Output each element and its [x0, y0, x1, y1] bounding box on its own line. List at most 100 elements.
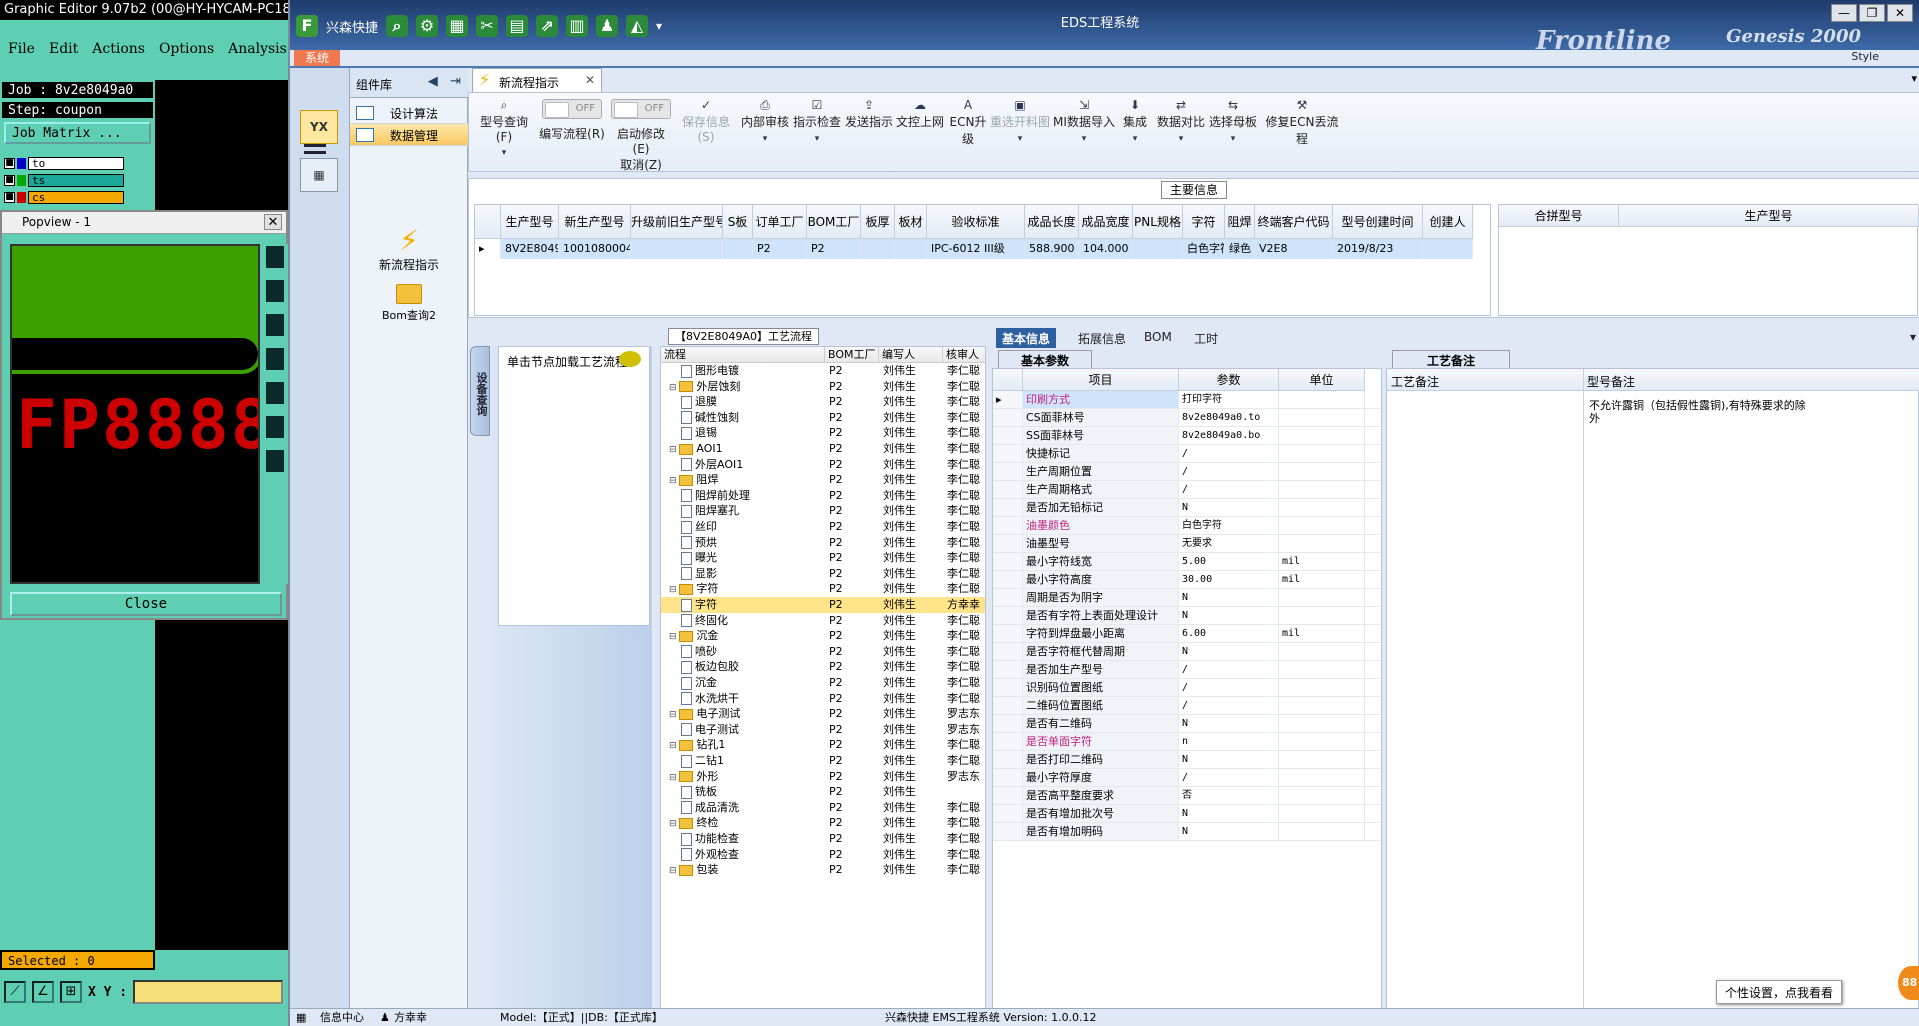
column-header[interactable]: 终端客户代码 [1255, 205, 1333, 239]
process-remark-tab[interactable]: 工艺备注 [1392, 350, 1511, 368]
param-row[interactable]: ▸ 印刷方式 打印字符 [993, 391, 1381, 409]
layer-name[interactable]: ts [28, 173, 124, 187]
tree-node[interactable]: 碱性蚀刻 [681, 410, 825, 425]
tree-node[interactable]: 功能检查 [681, 831, 825, 846]
toolbar-button[interactable]: ⚒ 修复ECN丢流程 [1261, 99, 1343, 169]
tree-node[interactable]: 水洗烘干 [681, 691, 825, 706]
collapse-icon[interactable]: ⊟ [669, 866, 679, 876]
param-row[interactable]: 是否高平整度要求否 [993, 787, 1381, 805]
dropdown-arrow-icon[interactable]: ▾ [1155, 134, 1207, 144]
collapse-icon[interactable]: ⊟ [669, 585, 679, 595]
tree-node[interactable]: ⊟ 电子测试 [669, 706, 825, 723]
param-value[interactable]: 无要求 [1179, 535, 1279, 552]
user-icon[interactable]: ♟ [596, 15, 619, 37]
param-value[interactable]: / [1179, 661, 1279, 678]
param-row[interactable]: 是否有二维码 N [993, 715, 1381, 733]
param-value[interactable]: / [1179, 679, 1279, 696]
tree-row[interactable]: 成品清洗P2刘伟生李仁聪已上 [661, 800, 985, 816]
tree-row[interactable]: 电子测试P2刘伟生罗志东已上 [661, 722, 985, 738]
bom-query-shortcut[interactable]: Bom查询2 [350, 284, 468, 323]
param-row[interactable]: 最小字符线宽 5.00 mil [993, 553, 1381, 571]
tree-node[interactable]: 电子测试 [681, 722, 825, 737]
param-row[interactable]: 字符到焊盘最小距离 6.00 mil [993, 625, 1381, 643]
tree-column-header[interactable]: 核审人 [943, 347, 985, 363]
column-header[interactable]: 单位 [1279, 369, 1365, 391]
collapse-icon[interactable]: ⊟ [669, 445, 679, 455]
param-value[interactable]: n [1179, 733, 1279, 750]
tree-row[interactable]: 阻焊前处理P2刘伟生李仁聪已上 [661, 488, 985, 504]
column-header[interactable]: 项目 [1023, 369, 1179, 391]
layer-row[interactable]: ■ cs [4, 189, 124, 205]
column-header[interactable]: 成品宽度 [1079, 205, 1133, 239]
toolbar-button[interactable]: ☑ 指示检查 ▾ [791, 99, 843, 169]
tree-node[interactable]: 图形电镀 [681, 363, 825, 378]
grid-cell[interactable]: 8V2E8049A0 [501, 239, 559, 259]
tree-row[interactable]: ⊟ AOI1P2刘伟生李仁聪已上 [661, 441, 985, 457]
zoom-in-icon[interactable] [264, 278, 286, 304]
new-flow-shortcut[interactable]: ⚡ 新流程指示 [350, 226, 468, 273]
dropdown-arrow-icon[interactable]: ▾ [1053, 134, 1115, 144]
search-icon[interactable]: ⌕ [386, 15, 409, 37]
toolbar-button[interactable]: ⇆ 选择母板 ▾ [1207, 99, 1259, 169]
param-value[interactable]: / [1179, 697, 1279, 714]
grid-cell[interactable] [1423, 239, 1473, 259]
param-value[interactable]: N [1179, 751, 1279, 768]
tree-row[interactable]: ⊟ 外形P2刘伟生罗志东已上 [661, 769, 985, 785]
tree-row[interactable]: 退膜P2刘伟生李仁聪已上 [661, 394, 985, 410]
param-value[interactable]: / [1179, 445, 1279, 462]
menu-edit[interactable]: Edit [49, 41, 78, 57]
param-value[interactable]: 打印字符 [1179, 391, 1279, 408]
param-row[interactable]: 是否加生产型号 / [993, 661, 1381, 679]
tree-row[interactable]: ⊟ 沉金P2刘伟生李仁聪已上 [661, 628, 985, 644]
toolbar-button[interactable]: OFF 编写流程(R) [539, 99, 605, 169]
column-header[interactable]: 成品长度 [1025, 205, 1079, 239]
column-header[interactable]: 订单工厂 [753, 205, 807, 239]
toolbar-button[interactable]: ⬇ 集成 ▾ [1117, 99, 1153, 169]
param-value[interactable]: 5.00 [1179, 553, 1279, 570]
tree-node[interactable]: 终固化 [681, 613, 825, 628]
tree-node[interactable]: 退锡 [681, 425, 825, 440]
param-value[interactable]: 白色字符 [1179, 517, 1279, 534]
tree-node[interactable]: 板边包胶 [681, 659, 825, 674]
tree-node[interactable]: 显影 [681, 566, 825, 581]
center-icon[interactable] [264, 414, 286, 440]
column-header[interactable]: BOM工厂 [807, 205, 861, 239]
maximize-button[interactable]: ❐ [1859, 4, 1885, 22]
param-row[interactable]: 是否加无铅标记 N [993, 499, 1381, 517]
collapse-icon[interactable]: ⊟ [669, 632, 679, 642]
close-button[interactable]: ✕ [1887, 4, 1913, 22]
grid-icon[interactable]: ▦ [446, 15, 469, 37]
toolbar-button[interactable]: ⇄ 数据对比 ▾ [1155, 99, 1207, 169]
toggle-switch[interactable]: OFF [611, 99, 671, 119]
layer-row[interactable]: ■ ts [4, 172, 124, 188]
param-row[interactable]: 周期是否为阴字 N [993, 589, 1381, 607]
tree-row[interactable]: 曝光P2刘伟生李仁聪已上 [661, 550, 985, 566]
param-value[interactable]: / [1179, 463, 1279, 480]
param-row[interactable]: 二维码位置图纸 / [993, 697, 1381, 715]
grid-cell[interactable]: 104.000 [1079, 239, 1133, 259]
toolbar-button[interactable]: ☁ 文控上网 [895, 99, 945, 169]
layer-checkbox[interactable]: ■ [4, 157, 15, 169]
equipment-query-tab[interactable]: 设备查询 [470, 346, 490, 436]
tree-node[interactable]: 字符 [681, 597, 825, 612]
qa-dropdown-icon[interactable]: ▾ [656, 19, 662, 33]
column-header[interactable]: 板厚 [861, 205, 895, 239]
job-matrix-button[interactable]: Job Matrix ... [4, 122, 151, 144]
dropdown-arrow-icon[interactable]: ▾ [739, 134, 791, 144]
tree-row[interactable]: 字符P2刘伟生方幸幸已审 [661, 597, 985, 613]
tree-node[interactable]: 阻焊前处理 [681, 488, 825, 503]
column-header[interactable]: 板材 [895, 205, 927, 239]
film-icon[interactable]: ▤ [506, 15, 529, 37]
tree-node[interactable]: ⊟ 终检 [669, 815, 825, 832]
xy-input[interactable] [133, 980, 284, 1004]
toolbar-button[interactable]: A ECN升级 [945, 99, 991, 169]
tree-row[interactable]: ⊟ 钻孔1P2刘伟生李仁聪已上 [661, 737, 985, 753]
yx-module-icon[interactable]: YX [300, 110, 338, 144]
scissors-icon[interactable]: ✂ [476, 15, 499, 37]
tab-bom[interactable]: BOM [1138, 328, 1178, 348]
dropdown-arrow-icon[interactable]: ▾ [475, 148, 533, 158]
param-row[interactable]: 最小字符厚度 / [993, 769, 1381, 787]
param-row[interactable]: 是否有字符上表面处理设计 N [993, 607, 1381, 625]
measure-tool-icon[interactable]: ∠ [32, 981, 54, 1003]
tab-new-flow[interactable]: ⚡ 新流程指示 ✕ [472, 68, 602, 92]
